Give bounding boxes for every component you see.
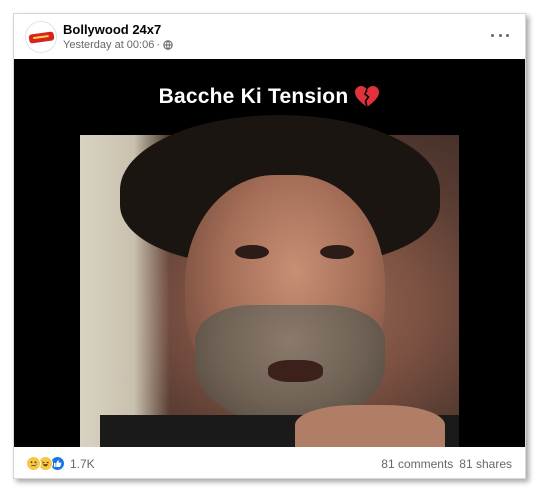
more-options-icon[interactable] <box>491 29 509 41</box>
man-portrait-photo <box>80 115 459 447</box>
comments-count-link[interactable]: 81 comments <box>381 457 453 471</box>
facebook-post-card: Bollywood 24x7 Yesterday at 00:06 · Bacc… <box>13 13 526 479</box>
page-logo <box>28 31 55 44</box>
sad-reaction-icon <box>26 456 41 471</box>
image-caption: Bacche Ki Tension <box>158 85 349 108</box>
post-timestamp[interactable]: Yesterday at 00:06 <box>63 39 154 51</box>
reaction-count: 1.7K <box>70 456 95 471</box>
post-media[interactable]: Bacche Ki Tension <box>14 59 525 447</box>
globe-icon <box>163 40 173 50</box>
shares-count-link[interactable]: 81 shares <box>459 457 512 471</box>
broken-heart-icon <box>355 86 380 108</box>
page-avatar[interactable] <box>25 21 57 53</box>
meta-separator: · <box>156 39 161 51</box>
post-footer: 1.7K 81 comments 81 shares <box>14 447 525 478</box>
reactions-summary[interactable]: 1.7K <box>26 456 95 471</box>
page-name-link[interactable]: Bollywood 24x7 <box>63 22 161 37</box>
post-header: Bollywood 24x7 Yesterday at 00:06 · <box>14 14 525 59</box>
post-image[interactable]: Bacche Ki Tension <box>80 59 459 447</box>
post-meta: Yesterday at 00:06 · <box>63 39 173 51</box>
